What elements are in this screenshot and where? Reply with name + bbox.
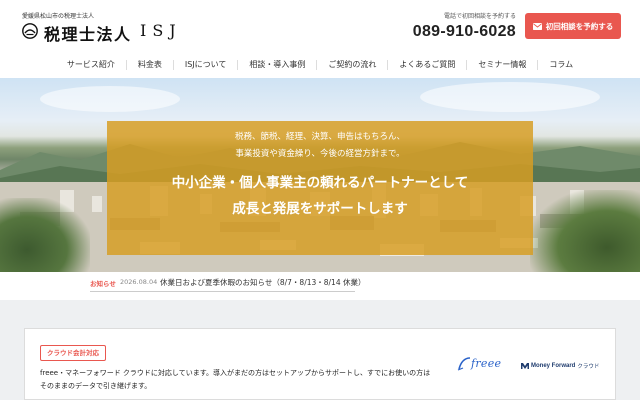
money-forward-wordmark: Money Forward: [531, 363, 576, 369]
freee-swoosh-icon: [457, 357, 471, 371]
logo-name: 税理士法人: [44, 25, 132, 44]
hero-banner: 税務、節税、経理、決算、申告はもちろん、 事業投資や資金繰り、今後の経営方針まで…: [0, 78, 640, 272]
nav-item-faq[interactable]: よくあるご質問: [387, 60, 466, 70]
hero-line-1: 税務、節税、経理、決算、申告はもちろん、: [234, 132, 405, 142]
phone-note: 電話で初回相談を予約する: [443, 13, 516, 20]
news-label: お知らせ: [90, 280, 116, 288]
cloud-text-line-1: freee・マネーフォワード クラウドに対応しています。導入がまだの方はセットア…: [40, 369, 431, 377]
logo-isj: ISJ: [140, 21, 182, 40]
hero-cloud: [40, 86, 180, 112]
nav-item-services[interactable]: サービス紹介: [56, 60, 126, 70]
hero-headline-1: 中小企業・個人事業主の頼れるパートナーとして: [171, 175, 469, 191]
phone-number[interactable]: 089-910-6028: [406, 23, 516, 41]
money-forward-logo: Money Forward クラウド: [521, 361, 599, 371]
hero-foliage-right: [530, 190, 640, 272]
logo-mark-icon: [22, 23, 38, 39]
freee-logo: freee: [457, 355, 507, 375]
phone-contact[interactable]: 電話で初回相談を予約する 089-910-6028: [406, 11, 516, 41]
hero-cloud: [420, 82, 600, 112]
news-date: 2026.08.04: [120, 278, 158, 286]
nav-item-about[interactable]: ISJについて: [172, 60, 238, 70]
nav-item-contract-flow[interactable]: ご契約の流れ: [316, 60, 387, 70]
logo-tagline: 愛媛県松山市の税理士法人: [22, 13, 95, 20]
news-bar: お知らせ 2026.08.04 休業日および夏季休暇のお知らせ（8/7・8/13…: [0, 272, 640, 294]
nav-item-cases[interactable]: 相談・導入事例: [237, 60, 316, 70]
hero-foliage-left: [0, 198, 90, 272]
main-nav: サービス紹介 料金表 ISJについて 相談・導入事例 ご契約の流れ よくあるご質…: [0, 52, 640, 78]
site-header: 愛媛県松山市の税理士法人 税理士法人 ISJ 電話で初回相談を予約する 089-…: [0, 0, 640, 52]
site-logo[interactable]: 愛媛県松山市の税理士法人 税理士法人 ISJ: [22, 11, 202, 44]
nav-item-seminars[interactable]: セミナー情報: [466, 60, 537, 70]
book-consultation-label: 初回相談を予約する: [545, 21, 614, 31]
freee-wordmark: freee: [471, 357, 502, 370]
cloud-text-line-2: そのままのデータで引き継げます。: [40, 382, 152, 390]
hero-message-box: 税務、節税、経理、決算、申告はもちろん、 事業投資や資金繰り、今後の経営方針まで…: [107, 121, 533, 255]
nav-item-pricing[interactable]: 料金表: [125, 60, 173, 70]
cloud-accounting-card: クラウド会計対応 freee・マネーフォワード クラウドに対応しています。導入が…: [24, 328, 616, 400]
news-underline: [90, 291, 355, 292]
news-link[interactable]: 休業日および夏季休暇のお知らせ（8/7・8/13・8/14 休業）: [160, 277, 366, 288]
hero-headline-2: 成長と発展をサポートします: [232, 201, 408, 217]
money-forward-cloud-label: クラウド: [577, 364, 600, 370]
hero-line-2: 事業投資や資金繰り、今後の経営方針まで。: [235, 149, 405, 159]
nav-item-column[interactable]: コラム: [537, 60, 584, 70]
mail-icon: [532, 22, 542, 30]
cloud-description: freee・マネーフォワード クラウドに対応しています。導入がまだの方はセットア…: [40, 367, 450, 393]
cloud-badge: クラウド会計対応: [40, 345, 106, 361]
book-consultation-button[interactable]: 初回相談を予約する: [525, 13, 621, 39]
money-forward-mark-icon: [521, 363, 529, 369]
